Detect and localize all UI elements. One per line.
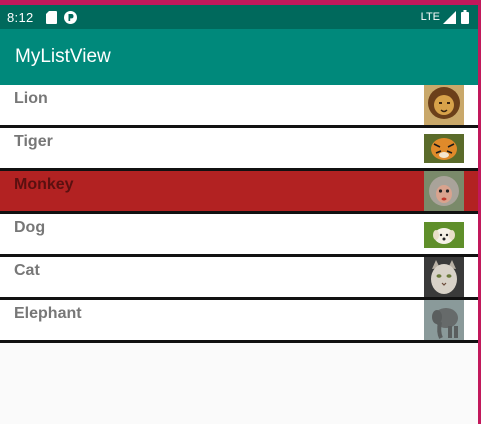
list-item-monkey[interactable]: Monkey	[0, 171, 478, 214]
status-time: 8:12	[7, 9, 34, 25]
p-icon	[63, 10, 77, 24]
list-item-label: Cat	[14, 262, 40, 279]
lion-image	[424, 85, 464, 125]
list-item-lion[interactable]: Lion	[0, 85, 478, 128]
status-right-group: LTE	[421, 5, 469, 29]
list-item-label: Dog	[14, 219, 46, 236]
signal-icon	[443, 10, 456, 24]
battery-icon	[461, 10, 469, 24]
app-title: MyListView	[15, 46, 111, 67]
monkey-image	[424, 171, 464, 211]
animal-list[interactable]: Lion Tiger Monkey Dog Cat Elephant	[0, 85, 478, 343]
dog-image	[424, 214, 464, 254]
elephant-image	[424, 300, 464, 340]
list-item-label: Elephant	[14, 305, 82, 322]
list-item-label: Tiger	[14, 133, 53, 150]
network-type: LTE	[420, 11, 440, 23]
status-bar: 8:12 LTE	[0, 5, 478, 29]
list-item-label: Monkey	[14, 176, 74, 193]
list-item-dog[interactable]: Dog	[0, 214, 478, 257]
app-bar: MyListView	[0, 29, 478, 85]
cat-image	[424, 257, 464, 297]
sd-card-icon	[45, 10, 57, 24]
list-item-cat[interactable]: Cat	[0, 257, 478, 300]
tiger-image	[424, 128, 464, 168]
list-item-elephant[interactable]: Elephant	[0, 300, 478, 343]
list-item-tiger[interactable]: Tiger	[0, 128, 478, 171]
list-item-label: Lion	[14, 90, 48, 107]
